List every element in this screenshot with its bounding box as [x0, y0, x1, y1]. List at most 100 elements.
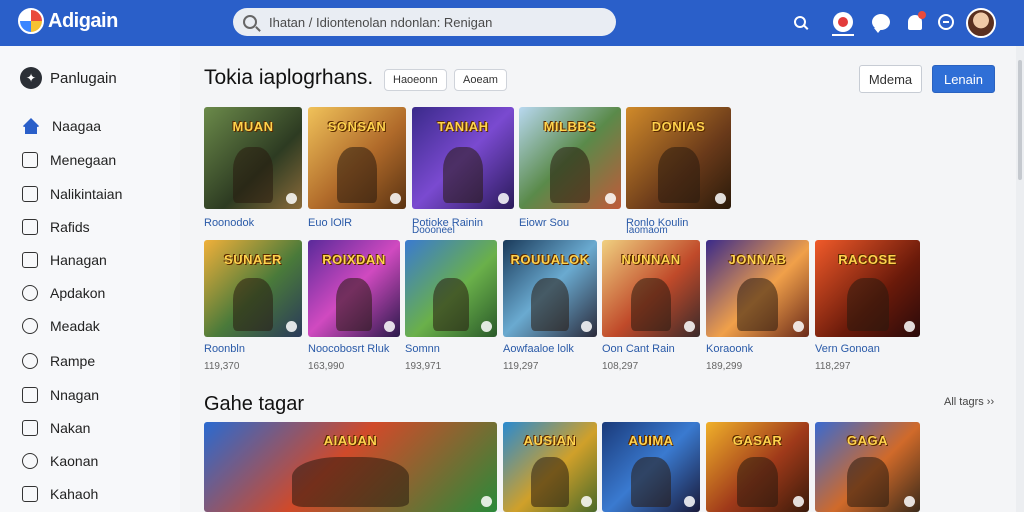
play-icon[interactable] — [684, 496, 695, 507]
play-icon[interactable] — [793, 321, 804, 332]
play-icon[interactable] — [605, 193, 616, 204]
game-tile[interactable]: SUNAER — [204, 240, 302, 337]
play-icon[interactable] — [286, 321, 297, 332]
game-tile[interactable]: MUAN — [204, 107, 302, 209]
document-icon — [22, 219, 38, 235]
sidebar-item[interactable]: Apdakon — [22, 283, 105, 303]
play-icon[interactable] — [498, 193, 509, 204]
play-icon[interactable] — [581, 321, 592, 332]
game-character-image — [291, 457, 410, 507]
game-tile[interactable]: TANIAH — [412, 107, 514, 209]
game-title: Koraoonk — [706, 343, 754, 355]
player-count: 118,297 — [815, 361, 851, 372]
play-icon[interactable] — [684, 321, 695, 332]
avatar[interactable] — [966, 8, 996, 38]
game-art-title: MILBBS — [543, 119, 597, 135]
sidebar-item[interactable]: Kaonan — [22, 451, 98, 471]
player-count: 119,370 — [204, 361, 240, 372]
game-character-image — [233, 277, 273, 332]
settings-icon — [22, 453, 38, 469]
sidebar-header-label: Panlugain — [50, 69, 117, 87]
sidebar-item[interactable]: Meadak — [22, 316, 100, 336]
sidebar-item[interactable]: Rampe — [22, 351, 95, 371]
game-art-title: AUSIAN — [523, 432, 577, 448]
play-icon[interactable] — [390, 193, 401, 204]
notification-badge — [918, 11, 926, 19]
sidebar-item-label: Menegaan — [50, 152, 117, 168]
apps-icon[interactable] — [935, 11, 957, 33]
game-tile[interactable]: DONIAS — [626, 107, 731, 209]
player-count: 119,297 — [503, 361, 539, 372]
play-icon[interactable] — [904, 496, 915, 507]
play-icon[interactable] — [581, 496, 592, 507]
game-tile[interactable]: GASAR — [706, 422, 809, 512]
game-tile[interactable]: AUIMA — [602, 422, 700, 512]
search-icon[interactable] — [789, 11, 811, 33]
game-tile[interactable]: MILBBS — [519, 107, 621, 209]
play-icon[interactable] — [481, 321, 492, 332]
search-input[interactable] — [269, 14, 609, 30]
player-count: 108,297 — [602, 361, 639, 372]
record-icon[interactable] — [832, 11, 854, 33]
sidebar-item-label: Nalikintaian — [50, 186, 123, 202]
game-title: Somnn — [405, 343, 440, 355]
secondary-button[interactable]: Mdema — [859, 65, 922, 93]
sidebar-item[interactable]: Naagaa — [22, 116, 101, 136]
sidebar-item-label: Nakan — [50, 420, 91, 436]
filter-chip[interactable]: Haoeonn — [384, 69, 447, 91]
game-title: Noocobosrt Rluk — [308, 343, 390, 355]
game-art-title: GASAR — [732, 432, 783, 448]
sidebar-item[interactable]: Nalikintaian — [22, 184, 122, 204]
scrollbar-thumb[interactable] — [1018, 60, 1022, 180]
section-title: Gahe tagar — [204, 393, 305, 415]
app-name: Adigain — [48, 9, 118, 32]
sidebar-item[interactable]: Menegaan — [22, 150, 116, 170]
game-character-image — [631, 457, 671, 507]
top-bar: Adigain — [0, 0, 1024, 46]
sidebar-item[interactable]: Nnagan — [22, 385, 99, 405]
sidebar-header[interactable]: ✦ Panlugain — [20, 67, 117, 89]
game-tile[interactable]: ROUUALOK — [503, 240, 597, 337]
game-tile[interactable]: NUNNAN — [602, 240, 700, 337]
sidebar-item[interactable]: Hanagan — [22, 250, 107, 270]
logo-icon — [18, 8, 44, 34]
notification-bell-icon[interactable] — [904, 11, 926, 33]
game-tile[interactable]: SONSAN — [308, 107, 406, 209]
game-character-image — [337, 146, 377, 203]
player-count: 193,971 — [405, 361, 442, 372]
app-logo[interactable]: Adigain — [18, 8, 118, 34]
search-bar[interactable] — [233, 8, 616, 36]
game-tile[interactable]: AIAUAN — [204, 422, 497, 512]
game-tile[interactable]: RACOSE — [815, 240, 920, 337]
game-character-image — [846, 277, 889, 332]
game-character-image — [631, 277, 671, 332]
play-icon[interactable] — [384, 321, 395, 332]
game-art-title: SUNAER — [224, 251, 282, 267]
sidebar-item-label: Rafids — [50, 219, 90, 235]
chat-icon[interactable] — [870, 11, 892, 33]
see-all-link[interactable]: All tagrs ›› — [944, 396, 994, 408]
sidebar-item[interactable]: Rafids — [22, 217, 90, 237]
play-icon[interactable] — [715, 193, 726, 204]
game-tile[interactable]: JONNAB — [706, 240, 809, 337]
media-icon — [22, 486, 38, 502]
play-icon[interactable] — [286, 193, 297, 204]
game-title: Roonbln — [204, 343, 245, 355]
game-tile[interactable]: ROIXDAN — [308, 240, 400, 337]
game-art-title: JONNAB — [728, 251, 787, 267]
game-character-image — [335, 277, 373, 332]
sidebar-item-label: Rampe — [50, 353, 96, 369]
sidebar-item[interactable]: Nakan — [22, 418, 90, 438]
game-title: Vern Gonoan — [815, 343, 880, 355]
play-icon[interactable] — [481, 496, 492, 507]
game-character-image — [736, 277, 779, 332]
search-icon — [243, 15, 257, 29]
game-tile[interactable]: AUSIAN — [503, 422, 597, 512]
sidebar-item[interactable]: Kahaoh — [22, 484, 98, 504]
filter-chip[interactable]: Aoeam — [454, 69, 507, 91]
primary-button[interactable]: Lenain — [932, 65, 995, 93]
play-icon[interactable] — [904, 321, 915, 332]
game-tile[interactable] — [405, 240, 497, 337]
play-icon[interactable] — [793, 496, 804, 507]
game-tile[interactable]: GAGA — [815, 422, 920, 512]
